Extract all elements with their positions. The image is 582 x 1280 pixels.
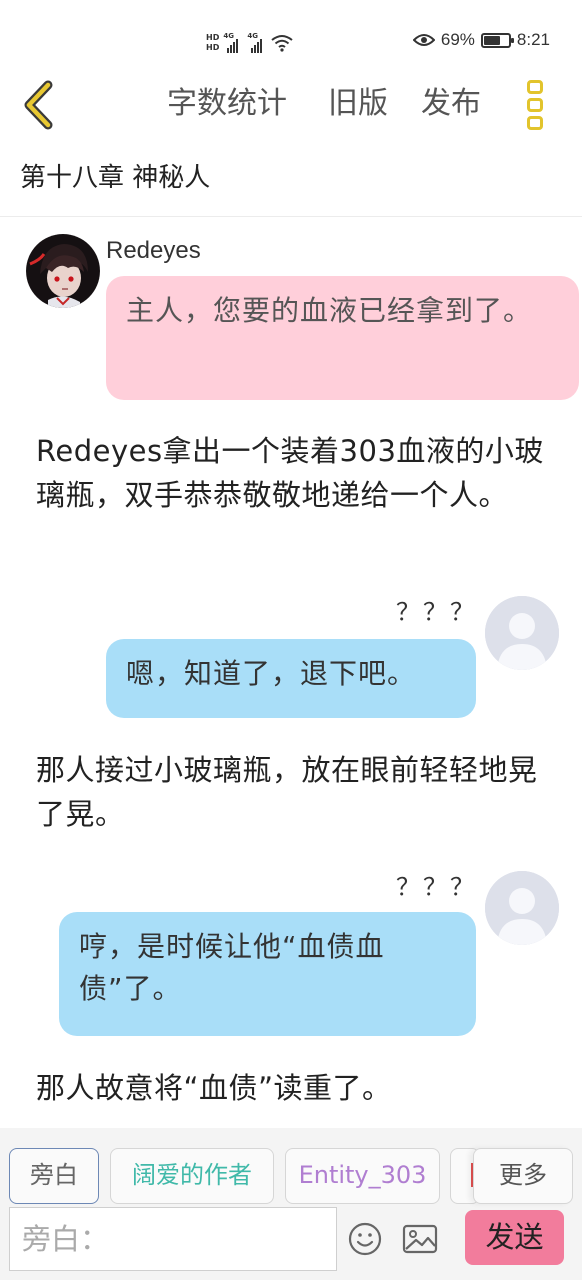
default-avatar-icon	[485, 871, 559, 945]
role-chip-author[interactable]: 阔爱的作者	[110, 1148, 274, 1204]
more-roles-button[interactable]: 更多	[473, 1148, 573, 1204]
hd-label-1: HD	[206, 33, 220, 42]
dialogue-bubble[interactable]: 主人，您要的血液已经拿到了。	[106, 276, 579, 400]
dialogue-bubble[interactable]: 哼，是时候让他“血债血债”了。	[59, 912, 476, 1036]
editor-bottom-bar: 旁白 阔爱的作者 Entity_303 更多 旁白： 发送	[0, 1128, 582, 1280]
top-nav: 字数统计 旧版 发布	[0, 70, 582, 140]
menu-dot	[527, 116, 543, 130]
send-button[interactable]: 发送	[465, 1210, 564, 1265]
image-button[interactable]	[402, 1223, 438, 1255]
publish-button[interactable]: 发布	[421, 84, 481, 124]
hd-badges: HD HD	[206, 33, 219, 53]
battery-fill	[483, 35, 501, 45]
emoji-button[interactable]	[347, 1221, 383, 1257]
image-icon	[402, 1224, 438, 1254]
narration-text[interactable]: 那人故意将“血债”读重了。	[36, 1066, 556, 1110]
hd-label-2: HD	[206, 43, 220, 52]
avatar-redeyes[interactable]	[26, 234, 100, 308]
narration-text[interactable]: Redeyes拿出一个装着303血液的小玻璃瓶，双手恭恭敬敬地递给一个人。	[36, 429, 556, 517]
more-menu-icon[interactable]	[520, 76, 550, 134]
chapter-header: 第十八章 神秘人	[0, 140, 582, 217]
signal-label-2: 4G	[247, 32, 258, 40]
signal-label-1: 4G	[223, 32, 234, 40]
wifi-icon	[271, 35, 293, 52]
dialogue-bubble[interactable]: 嗯，知道了，退下吧。	[106, 639, 476, 718]
character-name: ？？？	[396, 874, 477, 901]
status-right: 69% 8:21	[412, 30, 550, 50]
chapter-title[interactable]: 第十八章 神秘人	[20, 160, 210, 196]
menu-dot	[527, 80, 543, 94]
clock: 8:21	[516, 30, 550, 49]
signal-icon-2: 4G	[247, 33, 267, 53]
default-avatar-icon	[485, 596, 559, 670]
narration-text[interactable]: 那人接过小玻璃瓶，放在眼前轻轻地晃了晃。	[36, 748, 556, 836]
character-name: Redeyes	[106, 237, 201, 264]
signal-icon-1: 4G	[223, 33, 243, 53]
word-count-button[interactable]: 字数统计	[167, 84, 287, 124]
back-button[interactable]	[18, 80, 64, 130]
back-arrow-icon	[24, 80, 53, 130]
role-chip-narrator[interactable]: 旁白	[9, 1148, 99, 1204]
message-input[interactable]: 旁白：	[9, 1207, 337, 1271]
network-indicators: HD HD 4G 4G	[206, 28, 293, 58]
old-version-button[interactable]: 旧版	[328, 84, 388, 124]
avatar-unknown[interactable]	[485, 596, 559, 670]
status-bar: HD HD 4G 4G 69% 8:21	[0, 0, 582, 70]
character-portrait	[26, 234, 100, 308]
emoji-icon	[348, 1222, 382, 1256]
character-name: ？？？	[396, 599, 477, 626]
battery-percent: 69%	[440, 30, 475, 49]
eye-icon	[412, 34, 435, 46]
battery-icon	[480, 32, 514, 48]
role-chip-entity[interactable]: Entity_303	[285, 1148, 440, 1204]
avatar-unknown[interactable]	[485, 871, 559, 945]
menu-dot	[527, 98, 543, 112]
